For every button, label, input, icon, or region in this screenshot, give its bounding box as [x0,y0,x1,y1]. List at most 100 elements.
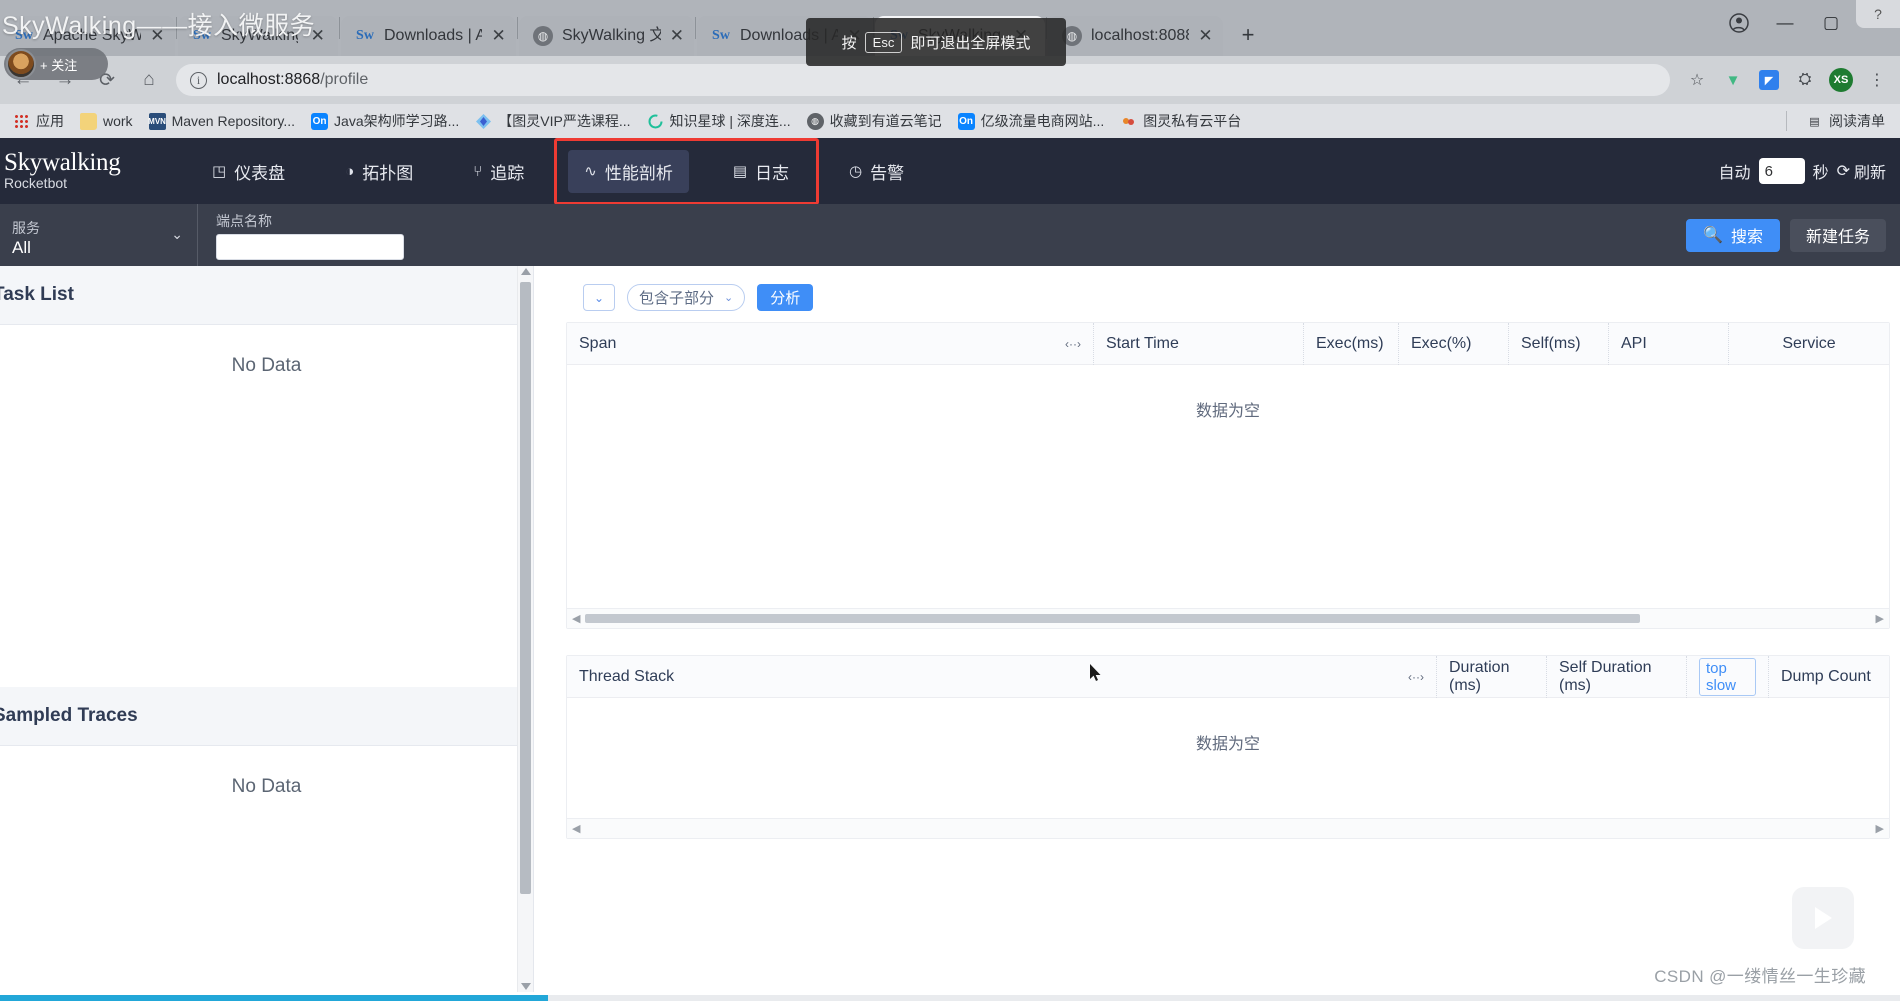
refresh-button[interactable]: ⟳ 刷新 [1837,159,1886,183]
auto-refresh-seconds-input[interactable] [1758,158,1805,184]
chrome-menu-icon[interactable]: ⋮ [1860,63,1894,97]
hscroll-right-arrow-icon[interactable]: ▶ [1876,822,1884,835]
bookmark-item[interactable]: On 亿级流量电商网站... [951,108,1112,134]
xs-extension-icon[interactable]: XS [1824,63,1858,97]
top-slow-badge[interactable]: top slow [1699,657,1756,696]
endpoint-name-label: 端点名称 [216,212,272,229]
hscroll-right-arrow-icon[interactable]: ▶ [1876,612,1884,625]
nav-item-dashboard[interactable]: ◳ 仪表盘 [196,150,301,193]
overlay-avatar-image [6,49,36,79]
nav-item-trace[interactable]: ⑂ 追踪 [457,150,540,193]
csdn-watermark: CSDN @一缕情丝一生珍藏 [1654,967,1866,986]
bookmark-item[interactable]: ◍ 收藏到有道云笔记 [800,108,949,134]
span-table-column-header[interactable]: Exec(ms) [1304,322,1399,365]
bookmark-item[interactable]: work [73,110,140,133]
bookmark-item[interactable]: On Java架构师学习路... [304,108,466,134]
nav-item-alarm[interactable]: ◷ 告警 [833,150,920,193]
fullscreen-hint-prefix: 按 [841,34,857,52]
scrollbar-thumb[interactable] [520,282,531,894]
profile-icon: ∿ [584,163,597,180]
column-label: Exec(%) [1411,334,1472,352]
span-table-column-header[interactable]: Service [1729,323,1889,365]
browser-tab[interactable]: Sw Downloads | Apache ✕ [341,16,516,56]
thread-stack-column-header[interactable]: Duration (ms) [1437,655,1547,698]
skywalking-logo[interactable]: Skywalking Rocketbot [4,150,174,192]
maven-icon: MVN [148,112,166,130]
include-children-select[interactable]: 包含子部分 ⌄ [627,284,746,311]
analysis-toolbar: ⌄ 包含子部分 ⌄ 分析 [556,266,1900,311]
thread-stack-column-header[interactable]: top slow [1687,655,1769,698]
hscroll-left-arrow-icon[interactable]: ◀ [572,612,580,625]
analyze-button[interactable]: 分析 [757,284,814,311]
topology-icon: ◑ [345,162,355,180]
bookmark-item[interactable]: MVN Maven Repository... [142,110,302,133]
left-panel-scrollbar[interactable] [517,266,533,992]
tab-close-icon[interactable]: ✕ [670,26,684,46]
address-bar[interactable]: i localhost:8868/profile [176,64,1670,96]
thread-stack-column-header[interactable]: Dump Count [1769,656,1889,698]
thread-stack-column-header[interactable]: Thread Stack ‹··› [567,655,1437,698]
span-table-column-header[interactable]: Start Time [1094,322,1304,365]
window-minimize-button[interactable]: — [1762,0,1808,46]
page-bottom-scrollbar-thumb[interactable] [0,995,548,1001]
column-label: Span [579,334,617,352]
alarm-icon: ◷ [849,163,863,180]
span-table-column-header[interactable]: API [1609,322,1729,365]
scroll-down-arrow-icon[interactable] [521,983,531,990]
task-list-header: Task List [0,266,533,325]
span-table: Span ‹··› Start Time Exec(ms) Exec(%) Self(ms… [566,322,1890,629]
new-tab-button[interactable]: + [1231,18,1265,52]
page-bottom-scrollbar[interactable] [0,995,1900,1001]
reading-list-button[interactable]: ▤ 阅读清单 [1799,108,1892,134]
column-resize-icon[interactable]: ‹··› [1057,337,1081,351]
bookmark-item[interactable]: 【图灵VIP严选课程... [468,108,637,134]
span-type-select[interactable]: ⌄ [583,284,615,311]
browser-tab[interactable]: ◍localhost:8088/order✕ [1048,16,1223,56]
bookmark-star-icon[interactable]: ☆ [1680,63,1714,97]
fullscreen-hint-key: Esc [864,31,903,53]
csdn-logo-icon [1792,887,1854,949]
skywalking-logo-line2: Rocketbot [4,175,68,191]
task-list-empty: No Data [231,355,302,376]
browser-tab[interactable]: ◍ SkyWalking 文档中文 ✕ [519,16,694,56]
nav-item-topology[interactable]: ◑ 拓扑图 [329,150,429,193]
overlay-follow-chip[interactable]: + 关注 [4,48,108,80]
tab-close-icon[interactable]: ✕ [491,26,506,46]
help-badge[interactable]: ? [1856,0,1900,28]
column-label: API [1621,334,1647,352]
blue-extension-icon[interactable]: ◤ [1752,63,1786,97]
bookmark-label: Maven Repository... [171,113,296,129]
span-table-column-header[interactable]: Span ‹··› [567,322,1094,365]
site-info-icon[interactable]: i [190,71,207,89]
endpoint-name-input[interactable] [216,233,404,260]
vue-devtools-icon[interactable]: ▼ [1716,63,1750,97]
profile-avatar-button[interactable] [1716,0,1762,46]
hscroll-thumb[interactable] [585,614,1640,623]
puzzle-extension-icon[interactable]: ⛭ [1788,63,1822,97]
trace-icon: ⑂ [473,162,483,180]
service-select-label: 服务 [12,220,40,236]
turing-icon [1120,113,1137,130]
scroll-up-arrow-icon[interactable] [521,268,531,275]
service-select[interactable]: 服务 All ⌄ [0,204,198,266]
thread-stack-hscroll[interactable]: ◀ ▶ [567,818,1889,838]
span-table-hscroll[interactable]: ◀ ▶ [567,608,1889,628]
bookmark-item[interactable]: 知识星球 | 深度连... [640,108,798,134]
tab-separator [339,16,340,39]
bookmark-item[interactable]: 图灵私有云平台 [1113,108,1248,134]
column-label: Duration (ms) [1449,658,1510,694]
window-maximize-button[interactable]: ▢ [1808,0,1854,46]
nav-item-profile[interactable]: ∿ 性能剖析 [568,149,689,193]
nav-item-log[interactable]: ▤ 日志 [717,150,805,193]
span-table-column-header[interactable]: Exec(%) [1399,322,1509,365]
tab-close-icon[interactable]: ✕ [1198,26,1213,46]
bookmark-item[interactable]: 应用 [6,108,71,134]
column-resize-icon[interactable]: ‹··› [1400,670,1424,684]
new-task-button[interactable]: 新建任务 [1789,218,1886,252]
home-button[interactable]: ⌂ [130,61,168,99]
search-button[interactable]: 🔍 搜索 [1686,218,1780,252]
sw-icon: Sw [712,28,730,43]
hscroll-left-arrow-icon[interactable]: ◀ [572,822,580,835]
thread-stack-column-header[interactable]: Self Duration (ms) [1547,655,1687,698]
span-table-column-header[interactable]: Self(ms) [1509,322,1609,365]
